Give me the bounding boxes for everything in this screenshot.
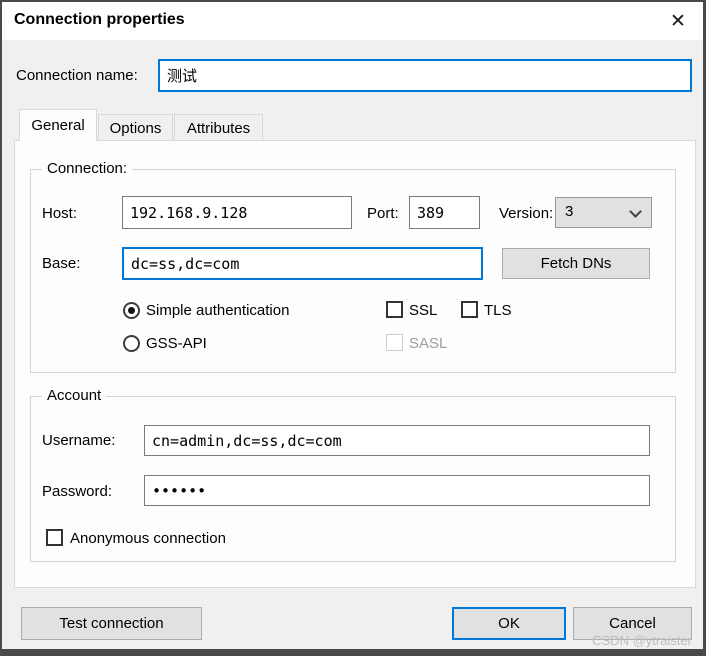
sasl-label: SASL (409, 335, 447, 352)
fetch-dns-button-label: Fetch DNs (541, 255, 612, 272)
ssl-checkbox[interactable] (386, 301, 403, 318)
port-input[interactable] (409, 196, 480, 229)
connection-properties-dialog: Connection properties ✕ Connection name:… (0, 0, 706, 656)
cancel-button-label: Cancel (609, 615, 656, 632)
tab-general-label: General (31, 117, 84, 134)
tls-checkbox[interactable] (461, 301, 478, 318)
tls-label: TLS (484, 302, 512, 319)
port-label: Port: (367, 205, 399, 222)
anonymous-connection-checkbox[interactable] (46, 529, 63, 546)
password-input[interactable] (144, 475, 650, 506)
fetch-dns-button[interactable]: Fetch DNs (502, 248, 650, 279)
chevron-down-icon (629, 205, 642, 218)
password-label: Password: (42, 483, 112, 500)
version-label: Version: (499, 205, 553, 222)
host-input[interactable] (122, 196, 352, 229)
tab-general[interactable]: General (19, 109, 97, 141)
version-select-value: 3 (565, 203, 573, 220)
version-select[interactable]: 3 (555, 197, 652, 228)
connection-name-label: Connection name: (16, 67, 138, 84)
test-connection-button-label: Test connection (59, 615, 163, 632)
titlebar: Connection properties ✕ (2, 2, 703, 40)
username-input[interactable] (144, 425, 650, 456)
tab-attributes-label: Attributes (187, 120, 250, 137)
tab-options-label: Options (110, 120, 162, 137)
ok-button-label: OK (498, 615, 520, 632)
close-icon[interactable]: ✕ (661, 6, 695, 36)
anonymous-connection-label: Anonymous connection (70, 530, 226, 547)
radio-simple-authentication[interactable] (123, 302, 140, 319)
tab-options[interactable]: Options (98, 114, 173, 141)
base-label: Base: (42, 255, 80, 272)
username-label: Username: (42, 432, 115, 449)
tab-attributes[interactable]: Attributes (174, 114, 263, 141)
radio-dot (128, 307, 135, 314)
account-groupbox-title: Account (42, 387, 106, 404)
base-input[interactable] (122, 247, 483, 280)
host-label: Host: (42, 205, 77, 222)
ssl-label: SSL (409, 302, 437, 319)
ok-button[interactable]: OK (452, 607, 566, 640)
watermark: CSDN @ytraister (592, 633, 692, 648)
connection-groupbox-title: Connection: (42, 160, 132, 177)
connection-name-input[interactable] (158, 59, 692, 92)
simple-authentication-label: Simple authentication (146, 302, 289, 319)
sasl-checkbox (386, 334, 403, 351)
test-connection-button[interactable]: Test connection (21, 607, 202, 640)
window-title: Connection properties (14, 11, 185, 29)
gss-api-label: GSS-API (146, 335, 207, 352)
radio-gss-api[interactable] (123, 335, 140, 352)
